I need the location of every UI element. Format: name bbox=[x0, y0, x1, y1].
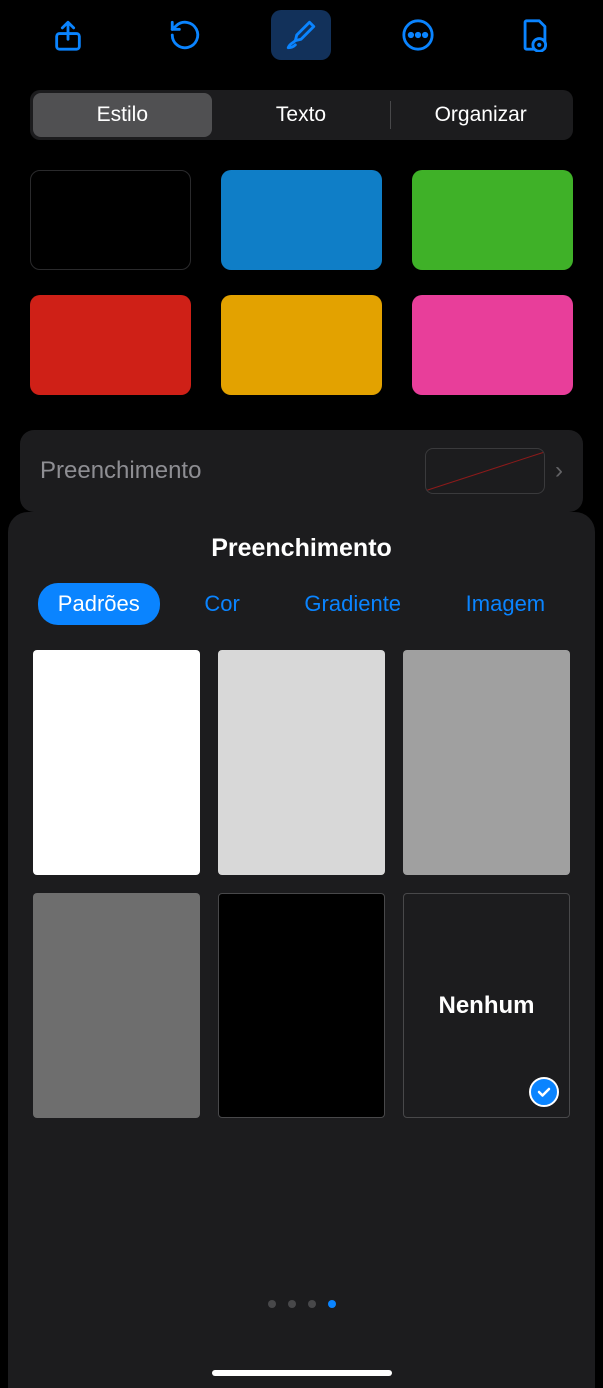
fill-tab-color-label: Cor bbox=[204, 591, 239, 616]
style-swatch-grid bbox=[30, 170, 573, 395]
pattern-grid: Nenhum bbox=[8, 650, 595, 1118]
fill-preview bbox=[425, 448, 545, 494]
pattern-swatch-none[interactable]: Nenhum bbox=[403, 893, 570, 1118]
toolbar bbox=[0, 0, 603, 70]
fill-sheet: Preenchimento Padrões Cor Gradiente Imag… bbox=[8, 512, 595, 1388]
fill-preview-none-line bbox=[425, 448, 545, 494]
tab-style-label: Estilo bbox=[97, 103, 148, 127]
fill-tab-image[interactable]: Imagem bbox=[446, 583, 565, 625]
chevron-right-icon: › bbox=[555, 457, 563, 485]
document-icon[interactable] bbox=[505, 10, 565, 60]
fill-tab-color[interactable]: Cor bbox=[184, 583, 259, 625]
style-swatch-black[interactable] bbox=[30, 170, 191, 270]
format-tabs: Estilo Texto Organizar bbox=[30, 90, 573, 140]
style-swatch-blue[interactable] bbox=[221, 170, 382, 270]
fill-tab-presets[interactable]: Padrões bbox=[38, 583, 160, 625]
tab-text-label: Texto bbox=[276, 103, 326, 127]
tab-arrange[interactable]: Organizar bbox=[391, 93, 570, 137]
more-icon[interactable] bbox=[388, 10, 448, 60]
fill-tab-gradient-label: Gradiente bbox=[304, 591, 401, 616]
checkmark-icon bbox=[529, 1077, 559, 1107]
pattern-swatch-white[interactable] bbox=[33, 650, 200, 875]
style-swatch-green[interactable] bbox=[412, 170, 573, 270]
page-dots[interactable] bbox=[8, 1300, 595, 1308]
home-indicator[interactable] bbox=[212, 1370, 392, 1376]
tab-arrange-label: Organizar bbox=[435, 103, 527, 127]
fill-tab-presets-label: Padrões bbox=[58, 591, 140, 616]
pattern-swatch-darkgray[interactable] bbox=[33, 893, 200, 1118]
fill-tab-gradient[interactable]: Gradiente bbox=[284, 583, 421, 625]
undo-icon[interactable] bbox=[155, 10, 215, 60]
fill-type-tabs: Padrões Cor Gradiente Imagem bbox=[8, 563, 595, 650]
page-dot-1 bbox=[268, 1300, 276, 1308]
page-dot-2 bbox=[288, 1300, 296, 1308]
tab-style[interactable]: Estilo bbox=[33, 93, 212, 137]
format-brush-icon[interactable] bbox=[271, 10, 331, 60]
pattern-swatch-black[interactable] bbox=[218, 893, 385, 1118]
style-swatch-red[interactable] bbox=[30, 295, 191, 395]
fill-tab-image-label: Imagem bbox=[466, 591, 545, 616]
share-icon[interactable] bbox=[38, 10, 98, 60]
fill-row-label: Preenchimento bbox=[40, 457, 201, 485]
pattern-none-label: Nenhum bbox=[439, 992, 535, 1020]
style-swatch-orange[interactable] bbox=[221, 295, 382, 395]
tab-text[interactable]: Texto bbox=[212, 93, 391, 137]
fill-row-right: › bbox=[425, 448, 563, 494]
page-dot-4 bbox=[328, 1300, 336, 1308]
sheet-title: Preenchimento bbox=[8, 534, 595, 563]
pattern-swatch-lightgray[interactable] bbox=[218, 650, 385, 875]
pattern-swatch-gray[interactable] bbox=[403, 650, 570, 875]
page-dot-3 bbox=[308, 1300, 316, 1308]
style-swatch-pink[interactable] bbox=[412, 295, 573, 395]
